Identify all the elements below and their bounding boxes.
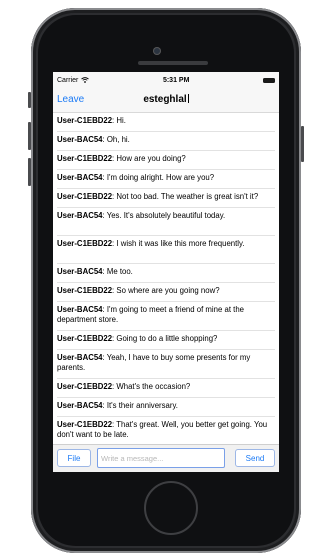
message-user: User-C1EBD22 — [57, 382, 113, 391]
message-text: It's their anniversary. — [106, 401, 178, 410]
message-text: Me too. — [106, 267, 133, 276]
message-text: I wish it was like this more frequently. — [116, 239, 245, 248]
earpiece-speaker — [138, 61, 208, 65]
message-text: So where are you going now? — [116, 286, 220, 295]
message-text: I'm doing alright. How are you? — [106, 173, 215, 182]
message-row: User-C1EBD22: I wish it was like this mo… — [57, 236, 275, 264]
message-row: User-C1EBD22: That's great. Well, you be… — [57, 417, 275, 444]
mute-switch — [28, 92, 31, 108]
message-user: User-C1EBD22 — [57, 192, 113, 201]
status-left: Carrier — [57, 76, 90, 84]
message-row: User-C1EBD22: Not too bad. The weather i… — [57, 189, 275, 208]
message-row: User-BAC54: Me too. — [57, 264, 275, 283]
message-user: User-BAC54 — [57, 305, 103, 314]
navigation-bar: Leave esteghlal — [53, 88, 279, 113]
message-row: User-BAC54: Yes. It's absolutely beautif… — [57, 208, 275, 236]
volume-up-button — [28, 122, 31, 150]
message-list[interactable]: User-C1EBD22: Hi. User-BAC54: Oh, hi. User… — [53, 113, 279, 444]
power-button — [301, 126, 304, 162]
message-text: How are you doing? — [116, 154, 186, 163]
battery-icon — [262, 77, 275, 83]
message-row: User-C1EBD22: Going to do a little shopp… — [57, 331, 275, 350]
message-row: User-C1EBD22: So where are you going now… — [57, 283, 275, 302]
message-user: User-BAC54 — [57, 267, 103, 276]
message-text: Hi. — [116, 116, 126, 125]
send-button[interactable]: Send — [235, 449, 275, 467]
message-user: User-C1EBD22 — [57, 334, 113, 343]
message-text: Oh, hi. — [106, 135, 130, 144]
message-row: User-BAC54: I'm going to meet a friend o… — [57, 302, 275, 331]
message-row: User-BAC54: Yeah, I have to buy some pre… — [57, 350, 275, 379]
status-bar: Carrier 5:31 PM — [53, 72, 279, 88]
message-row: User-BAC54: Oh, hi. — [57, 132, 275, 151]
message-row: User-C1EBD22: Hi. — [57, 113, 275, 132]
message-user: User-BAC54 — [57, 211, 103, 220]
room-title-wrapper: esteghlal — [53, 94, 279, 105]
file-button[interactable]: File — [57, 449, 91, 467]
message-row: User-C1EBD22: How are you doing? — [57, 151, 275, 170]
status-time: 5:31 PM — [162, 76, 190, 84]
message-user: User-C1EBD22 — [57, 239, 113, 248]
message-user: User-C1EBD22 — [57, 154, 113, 163]
carrier-label: Carrier — [57, 76, 79, 84]
message-row: User-BAC54: It's their anniversary. — [57, 398, 275, 417]
message-text: Yes. It's absolutely beautiful today. — [106, 211, 226, 220]
home-button[interactable] — [144, 481, 198, 535]
message-text: Not too bad. The weather is great isn't … — [116, 192, 259, 201]
message-input[interactable] — [97, 448, 225, 468]
room-title: esteghlal — [143, 94, 187, 105]
message-text: Going to do a little shopping? — [116, 334, 218, 343]
message-user: User-BAC54 — [57, 135, 103, 144]
wifi-icon — [81, 77, 90, 83]
message-row: User-C1EBD22: What's the occasion? — [57, 379, 275, 398]
compose-toolbar: File Send — [53, 444, 279, 472]
message-user: User-BAC54 — [57, 401, 103, 410]
text-cursor — [187, 94, 189, 103]
message-user: User-C1EBD22 — [57, 286, 113, 295]
message-row: User-BAC54: I'm doing alright. How are y… — [57, 170, 275, 189]
message-text: What's the occasion? — [116, 382, 191, 391]
message-user: User-BAC54 — [57, 173, 103, 182]
message-user: User-BAC54 — [57, 353, 103, 362]
front-camera — [153, 47, 161, 55]
message-user: User-C1EBD22 — [57, 420, 113, 429]
message-user: User-C1EBD22 — [57, 116, 113, 125]
volume-down-button — [28, 158, 31, 186]
app-screen: Carrier 5:31 PM Leave esteghlal User-C1E… — [53, 72, 279, 472]
